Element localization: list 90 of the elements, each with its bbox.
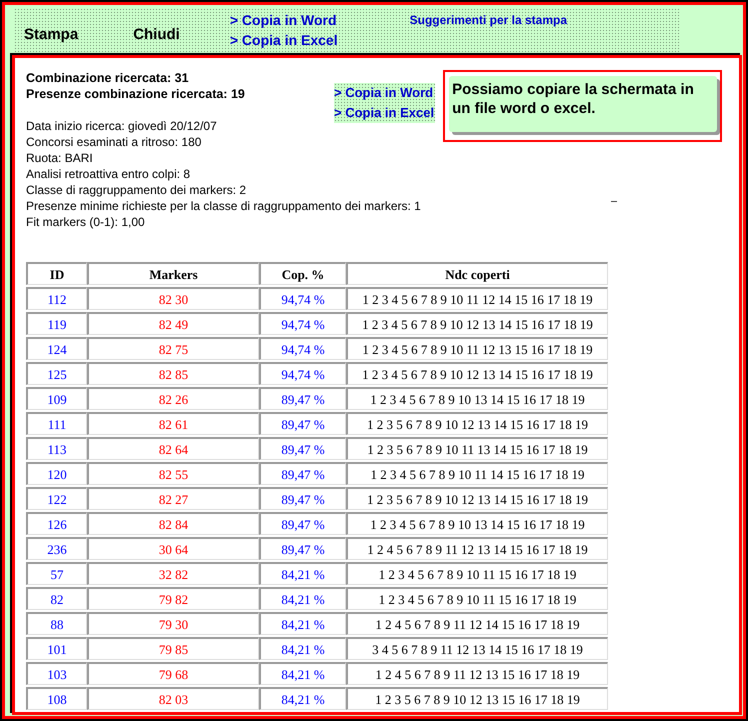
table-cell: 84,21 % xyxy=(259,562,346,585)
table-cell: 1 2 3 4 5 6 7 8 9 10 11 14 15 16 17 18 19 xyxy=(346,462,608,485)
callout-text: Possiamo copiare la schermata in un file word o excel. xyxy=(452,80,695,118)
table-cell: 124 xyxy=(26,337,87,360)
table-cell: 94,74 % xyxy=(259,362,346,385)
table-cell: 3 4 5 6 7 8 9 11 12 13 14 15 16 17 18 19 xyxy=(346,637,608,660)
table-cell: 94,74 % xyxy=(259,287,346,310)
table-cell: 82 61 xyxy=(87,412,259,435)
parameter-line: Fit markers (0-1): 1,00 xyxy=(26,214,146,230)
toolbar-button[interactable]: Stampa xyxy=(24,24,78,47)
table-cell: 119 xyxy=(26,312,87,335)
table-cell: 82 30 xyxy=(87,287,259,310)
table-cell: 89,47 % xyxy=(259,487,346,510)
table-cell: 1 2 3 4 5 6 7 8 9 10 13 14 15 16 17 18 19 xyxy=(346,512,608,535)
table-cell: 1 2 3 4 5 6 7 8 9 10 12 13 14 15 16 17 18 19 xyxy=(346,312,608,335)
table-cell: 1 2 3 4 5 6 7 8 9 10 11 15 16 17 18 19 xyxy=(346,562,608,585)
summary-heading: Presenze combinazione ricercata: 19 xyxy=(26,86,246,102)
table-cell: 82 64 xyxy=(87,437,259,460)
table-cell: 89,47 % xyxy=(259,537,346,560)
parameter-line: Concorsi esaminati a ritroso: 180 xyxy=(26,134,202,150)
table-cell: 1 2 3 4 5 6 7 8 9 10 11 12 13 15 16 17 18 19 xyxy=(346,337,608,360)
table-cell: 82 75 xyxy=(87,337,259,360)
table-cell: 103 xyxy=(26,662,87,685)
table-cell: 101 xyxy=(26,637,87,660)
table-cell: 82 55 xyxy=(87,462,259,485)
table-cell: 1 2 3 4 5 6 7 8 9 10 13 14 15 16 17 18 19 xyxy=(346,387,608,410)
table-cell: 57 xyxy=(26,562,87,585)
table-cell: 94,74 % xyxy=(259,312,346,335)
copy-link[interactable]: > Copia in Excel xyxy=(230,30,338,50)
table-cell: 88 xyxy=(26,612,87,635)
dash-mark xyxy=(610,201,617,202)
parameter-line: Presenze minime richieste per la classe di raggruppamento dei markers: 1 xyxy=(26,198,421,214)
table-cell: 122 xyxy=(26,487,87,510)
table-cell: 79 30 xyxy=(87,612,259,635)
table-cell: 82 xyxy=(26,587,87,610)
table-cell: 1 2 3 4 5 6 7 8 9 10 11 15 16 17 18 19 xyxy=(346,587,608,610)
column-header: ID xyxy=(26,262,87,285)
table-cell: 113 xyxy=(26,437,87,460)
table-cell: 82 84 xyxy=(87,512,259,535)
column-header: Cop. % xyxy=(259,262,346,285)
table-cell: 84,21 % xyxy=(259,662,346,685)
table-cell: 1 2 3 4 5 6 7 8 9 10 11 12 14 15 16 17 18 19 xyxy=(346,287,608,310)
table-cell: 108 xyxy=(26,687,87,710)
table-cell: 109 xyxy=(26,387,87,410)
copy-link[interactable]: > Copia in Word xyxy=(230,10,338,30)
table-cell: 236 xyxy=(26,537,87,560)
parameter-line: Analisi retroattiva entro colpi: 8 xyxy=(26,166,192,182)
table-cell: 79 85 xyxy=(87,637,259,660)
parameter-line: Ruota: BARI xyxy=(26,150,94,166)
table-cell: 82 03 xyxy=(87,687,259,710)
table-cell: 1 2 4 5 6 7 8 9 11 12 14 15 16 17 18 19 xyxy=(346,612,608,635)
table-cell: 82 85 xyxy=(87,362,259,385)
table-cell: 82 49 xyxy=(87,312,259,335)
summary-heading: Combinazione ricercata: 31 xyxy=(26,70,190,86)
parameter-line: Classe di raggruppamento dei markers: 2 xyxy=(26,182,248,198)
table-cell: 32 82 xyxy=(87,562,259,585)
table-cell: 84,21 % xyxy=(259,637,346,660)
table-cell: 1 2 3 4 5 6 7 8 9 10 12 13 14 15 16 17 18 19 xyxy=(346,362,608,385)
table-cell: 1 2 3 5 6 7 8 9 10 11 13 14 15 16 17 18 19 xyxy=(346,437,608,460)
table-cell: 84,21 % xyxy=(259,612,346,635)
table-cell: 82 27 xyxy=(87,487,259,510)
column-header: Markers xyxy=(87,262,259,285)
table-cell: 1 2 3 5 6 7 8 9 10 12 13 14 15 16 17 18 19 xyxy=(346,487,608,510)
table-cell: 111 xyxy=(26,412,87,435)
table-cell: 84,21 % xyxy=(259,587,346,610)
column-header: Ndc coperti xyxy=(346,262,608,285)
table-cell: 79 82 xyxy=(87,587,259,610)
table-cell: 84,21 % xyxy=(259,687,346,710)
table-cell: 94,74 % xyxy=(259,337,346,360)
table-cell: 79 68 xyxy=(87,662,259,685)
copy-link[interactable]: > Copia in Excel xyxy=(334,103,436,123)
table-cell: 1 2 3 5 6 7 8 9 10 12 13 15 16 17 18 19 xyxy=(346,687,608,710)
table-cell: 125 xyxy=(26,362,87,385)
table-cell: 89,47 % xyxy=(259,412,346,435)
table-cell: 89,47 % xyxy=(259,387,346,410)
table-cell: 1 2 3 5 6 7 8 9 10 12 13 14 15 16 17 18 19 xyxy=(346,412,608,435)
copy-link[interactable]: > Copia in Word xyxy=(334,83,436,103)
table-cell: 120 xyxy=(26,462,87,485)
table-cell: 126 xyxy=(26,512,87,535)
table-cell: 89,47 % xyxy=(259,512,346,535)
parameter-line: Data inizio ricerca: giovedì 20/12/07 xyxy=(26,118,218,134)
table-cell: 89,47 % xyxy=(259,462,346,485)
table-cell: 1 2 4 5 6 7 8 9 11 12 13 15 16 17 18 19 xyxy=(346,662,608,685)
table-cell: 30 64 xyxy=(87,537,259,560)
print-tips-link[interactable]: Suggerimenti per la stampa xyxy=(410,11,567,29)
table-cell: 1 2 4 5 6 7 8 9 11 12 13 14 15 16 17 18 19 xyxy=(346,537,608,560)
table-cell: 89,47 % xyxy=(259,437,346,460)
table-cell: 112 xyxy=(26,287,87,310)
toolbar-button[interactable]: Chiudi xyxy=(133,24,180,47)
table-cell: 82 26 xyxy=(87,387,259,410)
